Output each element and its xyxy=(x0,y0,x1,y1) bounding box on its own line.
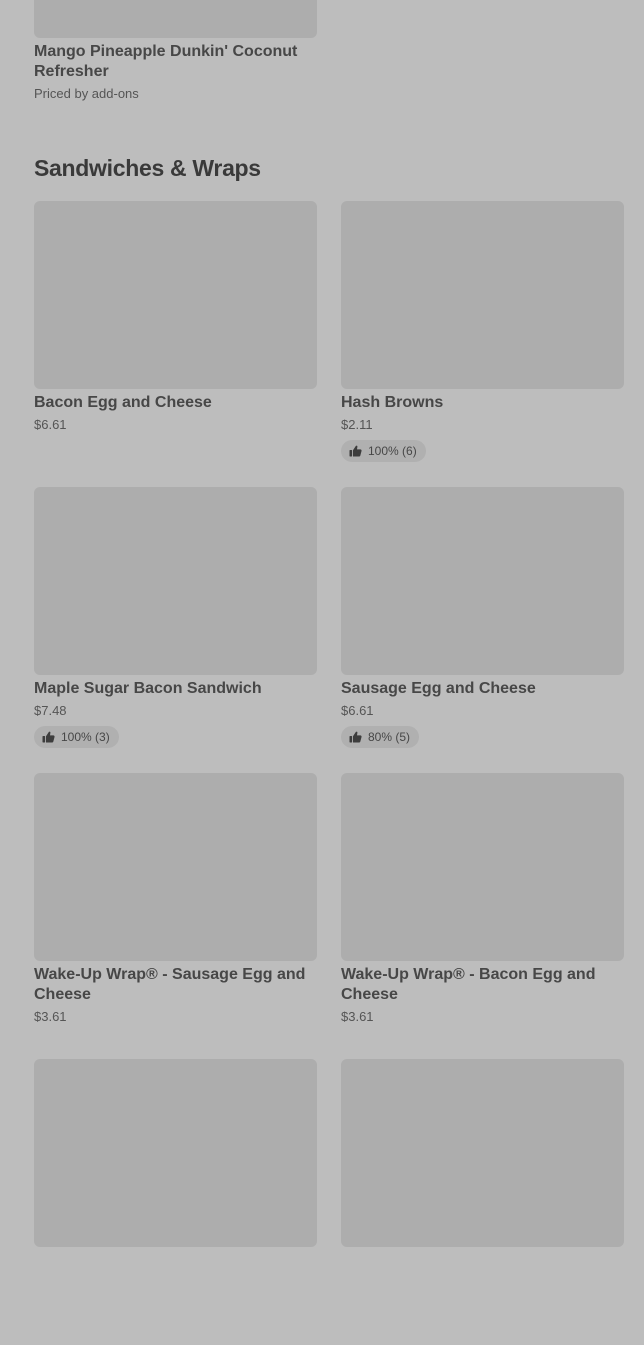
menu-item-card[interactable]: Sausage Egg and Cheese $6.61 80% (5) xyxy=(341,487,624,773)
rating-badge: 80% (5) xyxy=(341,726,420,748)
menu-item-card[interactable]: Wake-Up Wrap® - Sausage Egg and Cheese $… xyxy=(34,773,317,1059)
section-title: Sandwiches & Wraps xyxy=(34,155,261,181)
menu-item-card[interactable]: Bacon Egg and Cheese $6.61 xyxy=(34,201,317,487)
menu-item-card[interactable]: Maple Sugar Bacon Sandwich $7.48 100% (3… xyxy=(34,487,317,773)
item-image xyxy=(34,487,317,675)
item-image xyxy=(341,1059,624,1247)
item-title: Maple Sugar Bacon Sandwich xyxy=(34,680,262,697)
item-image xyxy=(341,773,624,961)
item-image xyxy=(34,773,317,961)
rating-text: 80% (5) xyxy=(368,730,411,744)
item-price: $6.61 xyxy=(34,417,67,432)
rating-badge: 100% (6) xyxy=(341,440,426,462)
item-image xyxy=(34,1059,317,1247)
item-image xyxy=(341,201,624,389)
menu-item-card[interactable] xyxy=(341,1059,624,1345)
item-price: $7.48 xyxy=(34,703,67,718)
rating-badge: 100% (3) xyxy=(34,726,119,748)
menu-item-card[interactable] xyxy=(34,1059,317,1345)
menu-item-card[interactable]: Mango Pineapple Dunkin' Coconut Refreshe… xyxy=(34,0,317,103)
item-image xyxy=(341,487,624,675)
thumbs-up-icon xyxy=(349,731,362,743)
menu-item-grid: Bacon Egg and Cheese $6.61 Hash Browns $… xyxy=(34,201,624,1345)
menu-item-card[interactable]: Hash Browns $2.11 100% (6) xyxy=(341,201,624,487)
item-price: Priced by add-ons xyxy=(34,86,139,101)
rating-text: 100% (6) xyxy=(368,444,417,458)
item-title: Wake-Up Wrap® - Bacon Egg and Cheese xyxy=(341,966,596,1003)
item-price: $3.61 xyxy=(341,1009,374,1024)
rating-text: 100% (3) xyxy=(61,730,110,744)
thumbs-up-icon xyxy=(349,445,362,457)
menu-item-card[interactable]: Wake-Up Wrap® - Bacon Egg and Cheese $3.… xyxy=(341,773,624,1059)
item-image xyxy=(34,201,317,389)
thumbs-up-icon xyxy=(42,731,55,743)
item-title: Mango Pineapple Dunkin' Coconut Refreshe… xyxy=(34,43,298,80)
item-title: Sausage Egg and Cheese xyxy=(341,680,536,697)
item-image xyxy=(34,0,317,38)
item-title: Hash Browns xyxy=(341,394,444,411)
item-price: $2.11 xyxy=(341,417,373,432)
item-title: Bacon Egg and Cheese xyxy=(34,394,212,411)
item-price: $6.61 xyxy=(341,703,374,718)
item-title: Wake-Up Wrap® - Sausage Egg and Cheese xyxy=(34,966,306,1003)
item-price: $3.61 xyxy=(34,1009,67,1024)
